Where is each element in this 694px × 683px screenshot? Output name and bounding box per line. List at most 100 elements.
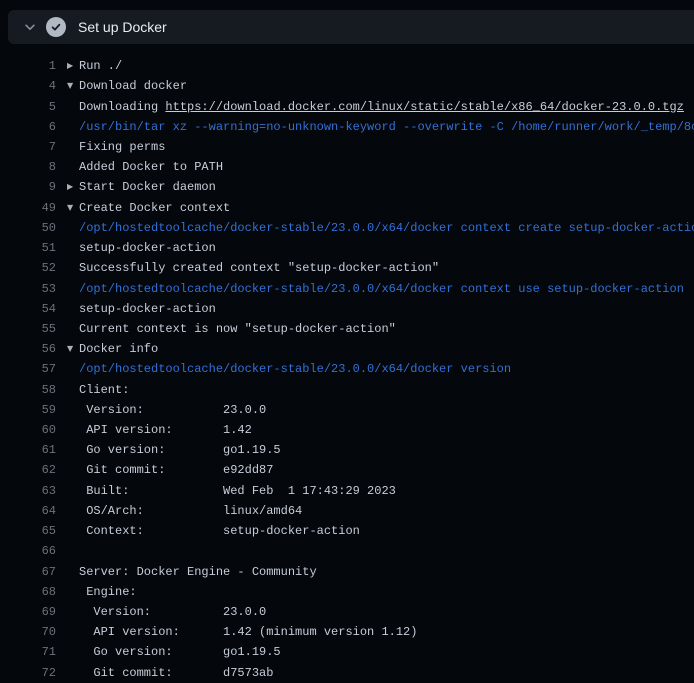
log-link[interactable]: https://download.docker.com/linux/static…: [165, 100, 683, 114]
triangle-down-icon[interactable]: ▼: [56, 198, 79, 218]
log-line: 62 Git commit: e92dd87: [0, 460, 694, 480]
line-text: /usr/bin/tar xz --warning=no-unknown-key…: [79, 120, 694, 134]
log-line: 50 /opt/hostedtoolcache/docker-stable/23…: [0, 218, 694, 238]
triangle-right-icon[interactable]: ▶: [56, 177, 79, 197]
line-text: Version: 23.0.0: [79, 403, 694, 417]
line-number[interactable]: 50: [0, 221, 56, 235]
line-number[interactable]: 55: [0, 322, 56, 336]
line-text: /opt/hostedtoolcache/docker-stable/23.0.…: [79, 221, 694, 235]
line-text: Server: Docker Engine - Community: [79, 565, 694, 579]
check-circle-icon: [46, 17, 66, 37]
line-text: /opt/hostedtoolcache/docker-stable/23.0.…: [79, 362, 694, 376]
log-line: 57 /opt/hostedtoolcache/docker-stable/23…: [0, 359, 694, 379]
line-number[interactable]: 54: [0, 302, 56, 316]
line-text: Go version: go1.19.5: [79, 443, 694, 457]
log-line: 72 Git commit: d7573ab: [0, 663, 694, 683]
log-group-line[interactable]: 49 ▼ Create Docker context: [0, 198, 694, 218]
log-text-segment: Downloading: [79, 100, 165, 114]
line-number[interactable]: 53: [0, 282, 56, 296]
line-text: Successfully created context "setup-dock…: [79, 261, 694, 275]
line-text: Context: setup-docker-action: [79, 524, 694, 538]
line-number[interactable]: 9: [0, 180, 56, 194]
line-text: setup-docker-action: [79, 241, 694, 255]
log-lines: 1 ▶ Run ./ 4 ▼ Download docker 5 Downloa…: [0, 56, 694, 683]
log-line: 69 Version: 23.0.0: [0, 602, 694, 622]
line-text: Download docker: [79, 79, 694, 93]
line-number[interactable]: 63: [0, 484, 56, 498]
log-line: 65 Context: setup-docker-action: [0, 521, 694, 541]
log-line: 55 Current context is now "setup-docker-…: [0, 319, 694, 339]
line-text: API version: 1.42: [79, 423, 694, 437]
line-number[interactable]: 4: [0, 79, 56, 93]
log-line: 59 Version: 23.0.0: [0, 400, 694, 420]
line-number[interactable]: 51: [0, 241, 56, 255]
line-text: Current context is now "setup-docker-act…: [79, 322, 694, 336]
line-text: Downloading https://download.docker.com/…: [79, 100, 694, 114]
line-text: Start Docker daemon: [79, 180, 694, 194]
line-number[interactable]: 68: [0, 585, 56, 599]
line-number[interactable]: 59: [0, 403, 56, 417]
line-number[interactable]: 69: [0, 605, 56, 619]
line-number[interactable]: 62: [0, 463, 56, 477]
line-number[interactable]: 61: [0, 443, 56, 457]
line-text: Version: 23.0.0: [79, 605, 694, 619]
log-line: 58 Client:: [0, 380, 694, 400]
log-line: 54 setup-docker-action: [0, 299, 694, 319]
line-number[interactable]: 56: [0, 342, 56, 356]
line-number[interactable]: 65: [0, 524, 56, 538]
line-text: Engine:: [79, 585, 694, 599]
line-number[interactable]: 71: [0, 645, 56, 659]
line-number[interactable]: 64: [0, 504, 56, 518]
line-text: setup-docker-action: [79, 302, 694, 316]
line-text: API version: 1.42 (minimum version 1.12): [79, 625, 694, 639]
log-line: 51 setup-docker-action: [0, 238, 694, 258]
chevron-down-icon[interactable]: [22, 19, 38, 35]
line-number[interactable]: 1: [0, 59, 56, 73]
line-number[interactable]: 57: [0, 362, 56, 376]
triangle-down-icon[interactable]: ▼: [56, 339, 79, 359]
log-line: 66: [0, 541, 694, 561]
line-number[interactable]: 52: [0, 261, 56, 275]
log-line: 53 /opt/hostedtoolcache/docker-stable/23…: [0, 278, 694, 298]
step-title: Set up Docker: [78, 20, 167, 34]
triangle-down-icon[interactable]: ▼: [56, 76, 79, 96]
log-line: 63 Built: Wed Feb 1 17:43:29 2023: [0, 481, 694, 501]
log-group-line[interactable]: 1 ▶ Run ./: [0, 56, 694, 76]
line-text: /opt/hostedtoolcache/docker-stable/23.0.…: [79, 282, 694, 296]
log-line: 6 /usr/bin/tar xz --warning=no-unknown-k…: [0, 117, 694, 137]
line-number[interactable]: 49: [0, 201, 56, 215]
log-line: 7 Fixing perms: [0, 137, 694, 157]
line-text: Create Docker context: [79, 201, 694, 215]
log-line: 64 OS/Arch: linux/amd64: [0, 501, 694, 521]
line-number[interactable]: 60: [0, 423, 56, 437]
log-group-line[interactable]: 9 ▶ Start Docker daemon: [0, 177, 694, 197]
log-line: 70 API version: 1.42 (minimum version 1.…: [0, 622, 694, 642]
line-number[interactable]: 6: [0, 120, 56, 134]
line-number[interactable]: 72: [0, 666, 56, 680]
line-number[interactable]: 67: [0, 565, 56, 579]
log-line: 8 Added Docker to PATH: [0, 157, 694, 177]
line-text: Client:: [79, 383, 694, 397]
step-header[interactable]: Set up Docker: [8, 10, 694, 44]
log-line: 67 Server: Docker Engine - Community: [0, 561, 694, 581]
line-number[interactable]: 8: [0, 160, 56, 174]
line-number[interactable]: 7: [0, 140, 56, 154]
line-text: Go version: go1.19.5: [79, 645, 694, 659]
line-text: Run ./: [79, 59, 694, 73]
line-number[interactable]: 70: [0, 625, 56, 639]
line-text: Git commit: d7573ab: [79, 666, 694, 680]
line-text: Fixing perms: [79, 140, 694, 154]
line-number[interactable]: 58: [0, 383, 56, 397]
triangle-right-icon[interactable]: ▶: [56, 56, 79, 76]
log-group-line[interactable]: 4 ▼ Download docker: [0, 76, 694, 96]
log-line: 68 Engine:: [0, 582, 694, 602]
line-text: Git commit: e92dd87: [79, 463, 694, 477]
log-line: 61 Go version: go1.19.5: [0, 440, 694, 460]
line-number[interactable]: 5: [0, 100, 56, 114]
log-line: 60 API version: 1.42: [0, 420, 694, 440]
line-number[interactable]: 66: [0, 544, 56, 558]
line-text: Docker info: [79, 342, 694, 356]
log-line: 71 Go version: go1.19.5: [0, 642, 694, 662]
log-line: 52 Successfully created context "setup-d…: [0, 258, 694, 278]
log-group-line[interactable]: 56 ▼ Docker info: [0, 339, 694, 359]
